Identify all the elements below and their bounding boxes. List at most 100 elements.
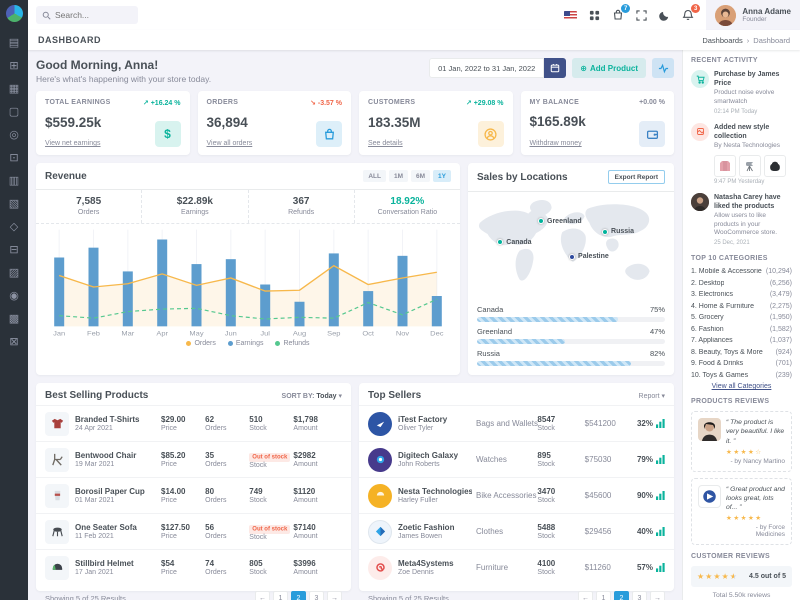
review-card: “ Great product and looks great, lots of… — [691, 478, 792, 546]
pages-icon[interactable]: ▢ — [0, 100, 28, 123]
revenue-chart-canvas: JanFebMarAprMayJunJulAugSepOctNovDec — [42, 228, 454, 338]
thumb-bag[interactable] — [764, 155, 786, 177]
revenue-title: Revenue — [45, 171, 87, 182]
pagination-next[interactable]: → — [650, 591, 665, 600]
pagination-prev[interactable]: ← — [578, 591, 593, 600]
pagination-page-3[interactable]: 3 — [632, 591, 647, 600]
thumb-camera[interactable] — [739, 155, 761, 177]
top-sellers-card: Top Sellers Report ▾ iTest FactoryOliver… — [359, 383, 674, 591]
tab-1m[interactable]: 1M — [389, 170, 408, 182]
product-name[interactable]: Borosil Paper Cup — [75, 487, 157, 496]
stat-card-customers: CUSTOMERS ↗ +29.08 % 183.35M See details — [359, 91, 513, 155]
activity-shortcut-button[interactable] — [652, 58, 674, 78]
icons-icon[interactable]: ◇ — [0, 215, 28, 238]
layouts-icon[interactable]: ▦ — [0, 77, 28, 100]
pagination-page-2[interactable]: 2 — [614, 591, 629, 600]
cart-button[interactable]: 7 — [612, 9, 624, 21]
activity-desc: Allow users to like products in your Woo… — [714, 212, 792, 238]
category-row: 7. Appliances(1,037) — [691, 337, 792, 344]
app-logo[interactable] — [6, 5, 23, 22]
breadcrumb-dashboards[interactable]: Dashboards — [702, 36, 742, 45]
seller-logo-nesta — [368, 484, 392, 508]
apps-menu-button[interactable] — [589, 10, 600, 21]
tab-1y[interactable]: 1Y — [433, 170, 451, 182]
notifications-button[interactable]: 3 — [682, 9, 694, 21]
table-row: Stillbird Helmet17 Jan 2021 $54Price 74O… — [36, 550, 351, 585]
pagination-next[interactable]: → — [327, 591, 342, 600]
customer-rating-summary: ★★★★★ 4.5 out of 5 — [691, 566, 792, 587]
tab-6m[interactable]: 6M — [411, 170, 430, 182]
charts-icon[interactable]: ▧ — [0, 192, 28, 215]
withdraw-money-link[interactable]: Withdraw money — [530, 140, 582, 147]
notifications-badge: 3 — [691, 4, 700, 13]
pagination: ← 1 2 3 → — [255, 591, 342, 600]
sort-by-dropdown[interactable]: SORT BY: Today ▾ — [282, 392, 342, 400]
search-input[interactable] — [55, 10, 127, 20]
seller-logo-itest — [368, 412, 392, 436]
dashboard-icon[interactable]: ▤ — [0, 31, 28, 54]
view-net-earnings-link[interactable]: View net earnings — [45, 140, 101, 147]
stat-delta: ↗ +29.08 % — [466, 99, 504, 107]
report-dropdown[interactable]: Report ▾ — [639, 392, 665, 400]
seller-name[interactable]: Nesta Technologies — [398, 487, 472, 496]
map-marker-canada[interactable]: Canada — [497, 239, 531, 246]
product-name[interactable]: Branded T-Shirts — [75, 415, 157, 424]
view-all-orders-link[interactable]: View all orders — [207, 140, 253, 147]
date-range-value[interactable]: 01 Jan, 2022 to 31 Jan, 2022 — [429, 58, 544, 78]
seller-percent: 40% — [632, 527, 665, 536]
table-row: Bentwood Chair19 Mar 2021 $85.20Price 35… — [36, 442, 351, 478]
top-categories-list: 1. Mobile & Accessories(10,294) 2. Deskt… — [691, 268, 792, 379]
pagination-prev[interactable]: ← — [255, 591, 270, 600]
pagination-page-2[interactable]: 2 — [291, 591, 306, 600]
product-date: 11 Feb 2021 — [75, 533, 157, 540]
language-flag-button[interactable] — [564, 11, 577, 20]
maps-icon[interactable]: ⊟ — [0, 238, 28, 261]
activity-title[interactable]: Natasha Carey have liked the products — [714, 193, 792, 211]
dark-mode-button[interactable] — [659, 10, 670, 21]
seller-name[interactable]: iTest Factory — [398, 415, 472, 424]
see-details-link[interactable]: See details — [368, 140, 403, 147]
apps-icon[interactable]: ⊞ — [0, 54, 28, 77]
map-marker-palestine[interactable]: Palestine — [569, 253, 609, 260]
pagination-page-3[interactable]: 3 — [309, 591, 324, 600]
collection-activity-icon — [691, 123, 709, 141]
product-name[interactable]: Bentwood Chair — [75, 451, 157, 460]
levels-icon[interactable]: ▩ — [0, 307, 28, 330]
widgets-icon[interactable]: ◎ — [0, 123, 28, 146]
seller-logo-zoetic — [368, 520, 392, 544]
seller-name[interactable]: Digitech Galaxy — [398, 451, 472, 460]
activity-title[interactable]: Purchase by James Price — [714, 70, 792, 88]
chevron-down-icon: ▾ — [661, 393, 665, 400]
add-product-button[interactable]: ⊕ Add Product — [572, 58, 646, 78]
user-menu[interactable]: Anna Adame Founder — [706, 0, 800, 30]
map-marker-greenland[interactable]: Greenland — [538, 218, 582, 225]
stat-label: ORDERS — [207, 99, 239, 106]
settings-icon[interactable]: ⊠ — [0, 330, 28, 353]
docs-icon[interactable]: ◉ — [0, 284, 28, 307]
seller-name[interactable]: Zoetic Fashion — [398, 523, 472, 532]
cart-badge: 7 — [621, 4, 630, 13]
forms-icon[interactable]: ⊡ — [0, 146, 28, 169]
seller-name[interactable]: Meta4Systems — [398, 559, 472, 568]
thumb-jacket[interactable] — [714, 155, 736, 177]
calendar-button[interactable] — [544, 58, 566, 78]
activity-title[interactable]: Added new style collection — [714, 123, 792, 141]
map-marker-russia[interactable]: Russia — [602, 228, 634, 235]
seller-person: James Bowen — [398, 533, 472, 540]
pagination-page-1[interactable]: 1 — [596, 591, 611, 600]
fullscreen-button[interactable] — [636, 10, 647, 21]
main-content: Good Morning, Anna! Here's what's happen… — [28, 50, 682, 600]
results-count: Showing 5 of 25 Results — [45, 594, 126, 600]
export-report-button[interactable]: Export Report — [608, 170, 665, 184]
product-name[interactable]: One Seater Sofa — [75, 523, 157, 532]
pagination-page-1[interactable]: 1 — [273, 591, 288, 600]
product-name[interactable]: Stillbird Helmet — [75, 559, 157, 568]
view-all-categories-link[interactable]: View all Categories — [691, 383, 792, 390]
tables-icon[interactable]: ▥ — [0, 169, 28, 192]
date-range-picker[interactable]: 01 Jan, 2022 to 31 Jan, 2022 — [429, 58, 566, 78]
tab-all[interactable]: ALL — [363, 170, 386, 182]
components-icon[interactable]: ▨ — [0, 261, 28, 284]
stat-label: CUSTOMERS — [368, 99, 415, 106]
search-box[interactable] — [36, 6, 138, 24]
world-map: Greenland Canada Russia Palestine — [474, 195, 668, 299]
